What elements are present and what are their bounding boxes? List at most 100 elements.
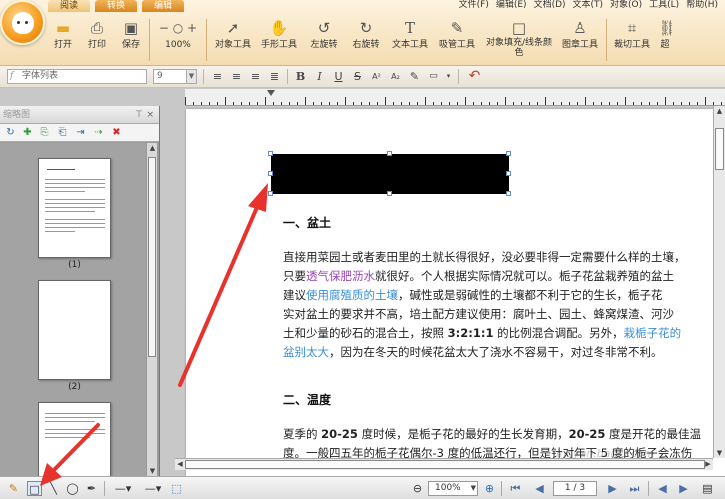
- scroll-right-icon[interactable]: ▶: [703, 459, 713, 470]
- format-toolbar: f 字体列表 9 ▼ ≡ ≡ ≡ ≣ B I U S A² A₂ ✎ ▭ ▾ ↶: [0, 66, 725, 88]
- rectangle-icon[interactable]: □: [27, 481, 42, 496]
- menu-help[interactable]: 帮助(H): [686, 0, 718, 12]
- align-justify-icon[interactable]: ≣: [267, 69, 282, 84]
- tab-convert[interactable]: 转换: [95, 0, 137, 12]
- ellipse-icon[interactable]: ◯: [65, 481, 80, 496]
- ruler-indent-marker[interactable]: [267, 90, 275, 96]
- last-page-icon[interactable]: ⏭: [627, 481, 642, 496]
- underline-icon[interactable]: U: [331, 69, 346, 84]
- selection-handle[interactable]: [506, 171, 511, 176]
- page-thumbnail[interactable]: [38, 280, 111, 380]
- rotate-page-icon[interactable]: ↻: [4, 126, 17, 139]
- pin-icon[interactable]: ⊤: [135, 106, 143, 124]
- page-indicator[interactable]: 1 / 3: [553, 481, 597, 496]
- hand-tool-button[interactable]: ✋ 手形工具: [257, 15, 301, 65]
- page-number-label: (2): [68, 382, 81, 392]
- open-button[interactable]: ▬ 打开: [48, 15, 78, 65]
- replace-page-icon[interactable]: ⎗: [56, 126, 69, 139]
- line-icon[interactable]: ╲: [46, 481, 61, 496]
- tab-read[interactable]: 阅读: [48, 0, 90, 12]
- print-button[interactable]: ⎙ 打印: [82, 15, 112, 65]
- scroll-up-icon[interactable]: ▲: [714, 106, 725, 116]
- page-thumbnail[interactable]: [38, 158, 111, 258]
- menu-document[interactable]: 文档(D): [534, 0, 566, 12]
- scroll-down-icon[interactable]: ▼: [147, 466, 158, 476]
- vertical-scrollbar[interactable]: ▲ ▼: [713, 106, 725, 458]
- rotate-left-button[interactable]: ↺ 左旋转: [304, 15, 344, 65]
- highlight-icon[interactable]: ✎: [407, 69, 422, 84]
- menu-text[interactable]: 文本(T): [573, 0, 604, 12]
- strikethrough-icon[interactable]: S: [350, 69, 365, 84]
- align-right-icon[interactable]: ≡: [248, 69, 263, 84]
- save-button[interactable]: ▣ 保存: [116, 15, 146, 65]
- italic-icon[interactable]: I: [312, 69, 327, 84]
- page-thumbnail[interactable]: [38, 402, 111, 476]
- superscript-icon[interactable]: A²: [369, 69, 384, 84]
- undo-icon[interactable]: ↶: [467, 69, 482, 84]
- select-area-icon[interactable]: ⬚: [169, 481, 184, 496]
- selection-handle[interactable]: [268, 191, 273, 196]
- forward-icon[interactable]: ▶: [676, 481, 691, 496]
- insert-page-icon[interactable]: ⎘: [38, 126, 51, 139]
- stamp-tool-button[interactable]: ♙ 图章工具: [558, 15, 602, 65]
- previous-page-icon[interactable]: ◀: [532, 481, 547, 496]
- text-icon: T: [404, 19, 415, 37]
- menu-file[interactable]: 文件(F): [459, 0, 489, 12]
- delete-page-icon[interactable]: ✖: [110, 126, 123, 139]
- selected-black-rectangle[interactable]: [271, 154, 509, 194]
- eyedropper-tool-button[interactable]: ✎ 吸管工具: [434, 15, 480, 65]
- pen-icon[interactable]: ✒: [84, 481, 99, 496]
- crop-tool-button[interactable]: ⌗ 裁切工具: [610, 15, 654, 65]
- scrollbar-thumb[interactable]: [715, 128, 724, 170]
- selection-handle[interactable]: [387, 151, 392, 156]
- menu-edit[interactable]: 编辑(E): [496, 0, 527, 12]
- thumbnail-scrollbar[interactable]: ▲ ▼: [146, 143, 157, 476]
- menu-object[interactable]: 对象(O): [610, 0, 642, 12]
- printer-icon: ⎙: [90, 19, 103, 37]
- fill-color-tool-button[interactable]: □ 对象填充/线条颜 色: [482, 15, 556, 65]
- subscript-icon[interactable]: A₂: [388, 69, 403, 84]
- scrollbar-thumb[interactable]: [148, 157, 156, 357]
- zoom-in-icon[interactable]: ⊕: [482, 481, 497, 496]
- eyedropper-icon: ✎: [450, 19, 464, 37]
- selection-handle[interactable]: [268, 151, 273, 156]
- font-color-icon[interactable]: ▭: [426, 69, 441, 84]
- object-tool-button[interactable]: ➚ 对象工具: [211, 15, 255, 65]
- selection-handle[interactable]: [387, 191, 392, 196]
- selection-handle[interactable]: [506, 151, 511, 156]
- scroll-left-icon[interactable]: ◀: [175, 459, 185, 470]
- first-page-icon[interactable]: ⏮: [508, 481, 523, 496]
- scroll-up-icon[interactable]: ▲: [147, 143, 158, 153]
- align-left-icon[interactable]: ≡: [210, 69, 225, 84]
- back-icon[interactable]: ◀: [655, 481, 670, 496]
- next-page-icon[interactable]: ▶: [605, 481, 620, 496]
- rotate-right-button[interactable]: ↻ 右旋转: [346, 15, 386, 65]
- text-tool-button[interactable]: T 文本工具: [388, 15, 432, 65]
- zoom-select[interactable]: 100% ▼: [428, 481, 478, 496]
- close-icon[interactable]: ×: [146, 106, 154, 124]
- document-page: 一、盆土 直接用菜园土或者麦田里的土就长得很好，没必要非得一定需要什么样的土壤，…: [186, 109, 725, 476]
- font-size-select[interactable]: 9 ▼: [153, 69, 197, 84]
- link-tool-button[interactable]: ⛓ 超: [658, 15, 672, 65]
- app-logo-icon[interactable]: [0, 0, 45, 45]
- zoom-control[interactable]: − ○ + 100%: [153, 15, 203, 65]
- pencil-icon[interactable]: ✎: [6, 481, 21, 496]
- menu-tools[interactable]: 工具(L): [649, 0, 679, 12]
- split-page-icon[interactable]: ⇢: [92, 126, 105, 139]
- align-center-icon[interactable]: ≡: [229, 69, 244, 84]
- line-width-select[interactable]: —▾: [140, 481, 166, 496]
- tab-edit[interactable]: 编辑: [142, 0, 184, 12]
- selection-handle[interactable]: [506, 191, 511, 196]
- thumbnail-list: (1) (2): [0, 143, 146, 476]
- bold-icon[interactable]: B: [293, 69, 308, 84]
- selection-handle[interactable]: [268, 171, 273, 176]
- extract-page-icon[interactable]: ⇥: [74, 126, 87, 139]
- zoom-out-icon[interactable]: ⊖: [410, 481, 425, 496]
- chevron-down-icon[interactable]: ▾: [441, 69, 456, 84]
- view-mode-icon[interactable]: ▤: [700, 481, 715, 496]
- scroll-down-icon[interactable]: ▼: [714, 448, 725, 458]
- scrollbar-thumb[interactable]: [185, 460, 705, 469]
- add-page-icon[interactable]: ✚: [21, 126, 34, 139]
- line-style-select[interactable]: —▾: [110, 481, 136, 496]
- font-family-select[interactable]: f 字体列表: [7, 69, 147, 84]
